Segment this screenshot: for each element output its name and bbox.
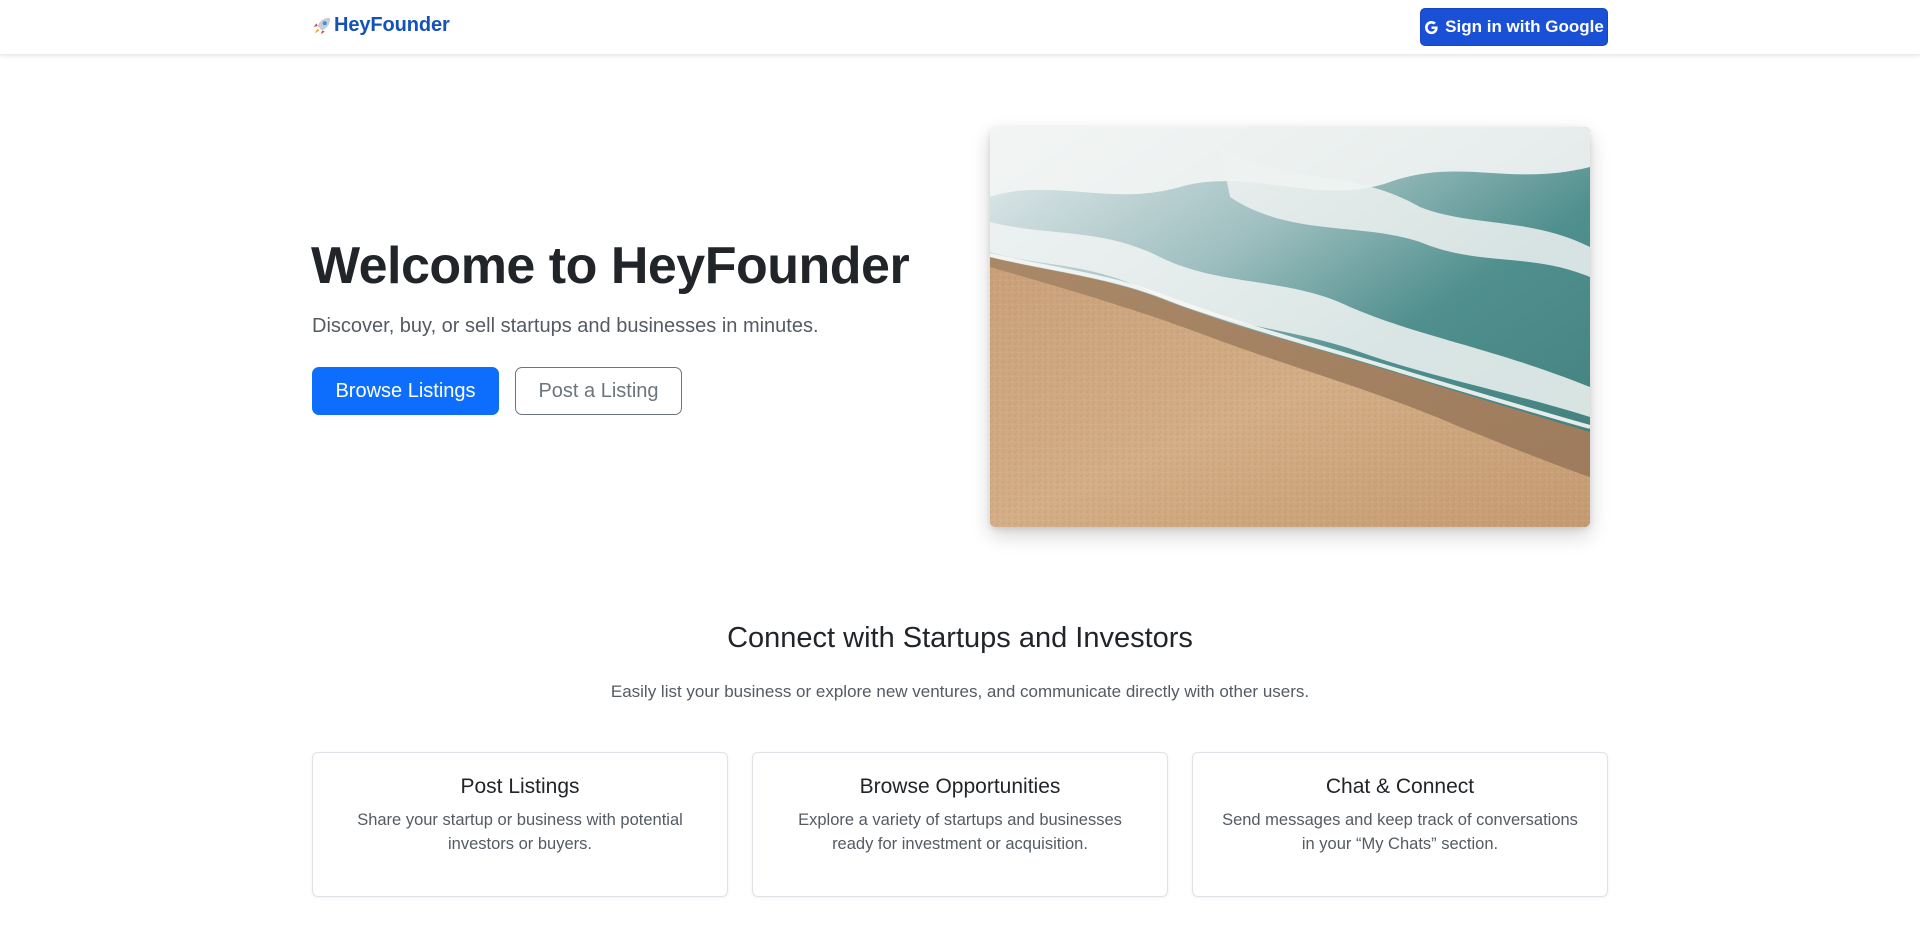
card-title: Browse Opportunities xyxy=(859,775,1061,798)
hero-title: Welcome to HeyFounder xyxy=(311,237,910,295)
sign-in-label: Sign in with Google xyxy=(1445,17,1604,36)
brand-name: HeyFounder xyxy=(334,14,450,36)
section-title: Connect with Startups and Investors xyxy=(727,622,1193,654)
card-title: Chat & Connect xyxy=(1325,775,1475,798)
hero-subtitle: Discover, buy, or sell startups and busi… xyxy=(312,315,819,337)
brand-link[interactable]: HeyFounder xyxy=(311,14,450,37)
navbar: HeyFounder Sign in with Google xyxy=(0,0,1920,55)
post-a-listing-button[interactable]: Post a Listing xyxy=(515,367,682,415)
google-icon xyxy=(1424,20,1439,35)
card-text: Explore a variety of startups and busine… xyxy=(798,811,1122,853)
sign-in-with-google-button[interactable]: Sign in with Google xyxy=(1420,8,1608,46)
section-subtitle: Easily list your business or explore new… xyxy=(610,682,1310,701)
rocket-icon xyxy=(311,15,333,37)
card-text: Share your startup or business with pote… xyxy=(357,811,683,853)
browse-listings-button[interactable]: Browse Listings xyxy=(312,367,499,415)
feature-card-post-listings: Post Listings Share your startup or busi… xyxy=(312,752,728,897)
feature-card-browse-opportunities: Browse Opportunities Explore a variety o… xyxy=(752,752,1168,897)
card-title: Post Listings xyxy=(460,775,580,798)
feature-card-chat-connect: Chat & Connect Send messages and keep tr… xyxy=(1192,752,1608,897)
card-text: Send messages and keep track of conversa… xyxy=(1222,811,1578,853)
hero-image xyxy=(990,127,1590,527)
